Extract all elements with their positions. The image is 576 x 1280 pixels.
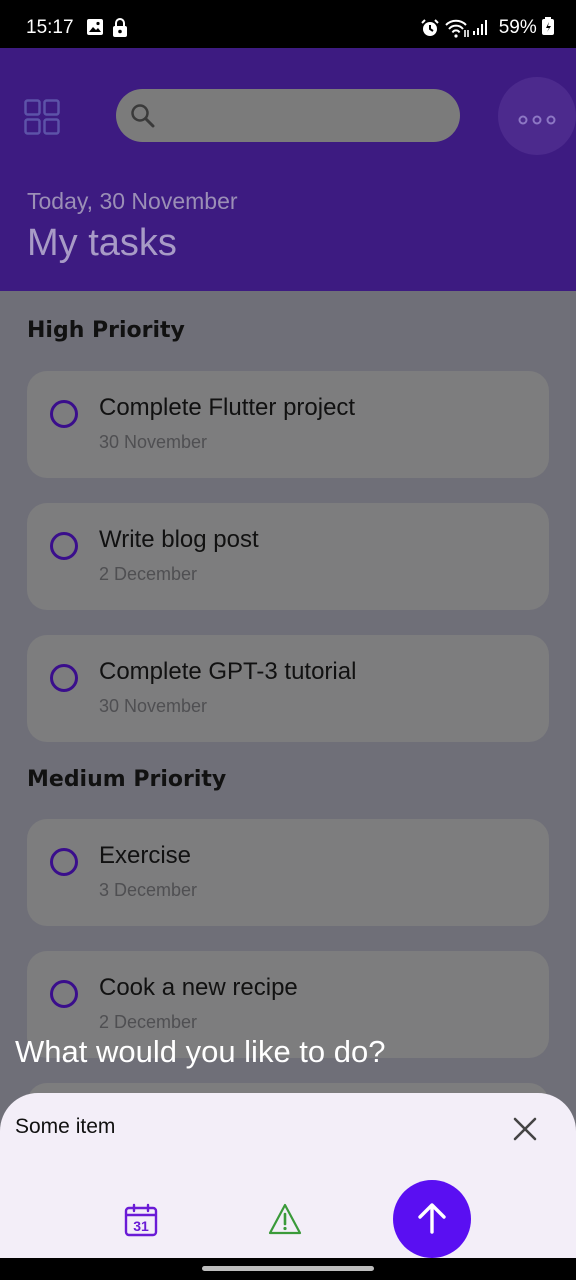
task-checkbox[interactable]: [50, 400, 78, 428]
task-checkbox[interactable]: [50, 664, 78, 692]
more-horiz-icon: [518, 111, 556, 130]
task-name: Cook a new recipe: [99, 974, 298, 1001]
header-date: Today, 30 November: [27, 188, 238, 214]
task-card[interactable]: Exercise 3 December: [27, 819, 549, 926]
add-task-sheet: Some item 31: [0, 1093, 576, 1280]
search-input[interactable]: [116, 89, 460, 142]
calendar-day: 31: [133, 1218, 149, 1234]
task-date: 3 December: [99, 880, 198, 900]
page-title: My tasks: [27, 222, 177, 264]
gallery-icon: [86, 18, 104, 40]
wifi-icon: [444, 18, 470, 42]
sheet-prompt: What would you like to do?: [15, 1034, 386, 1069]
task-name: Exercise: [99, 842, 192, 869]
close-icon[interactable]: [513, 1117, 537, 1141]
arrow-up-icon: [418, 1203, 446, 1234]
task-checkbox[interactable]: [50, 980, 78, 1008]
task-card[interactable]: Complete GPT-3 tutorial 30 November: [27, 635, 549, 742]
battery-icon: [542, 17, 554, 35]
task-name: Complete GPT-3 tutorial: [99, 658, 357, 685]
task-name: Complete Flutter project: [99, 394, 356, 421]
priority-warning-icon[interactable]: [268, 1203, 302, 1239]
task-date: 2 December: [99, 564, 198, 584]
section-title-medium-priority: Medium Priority: [27, 767, 227, 792]
status-time: 15:17: [26, 17, 74, 38]
submit-button[interactable]: [393, 1180, 471, 1258]
battery-percent: 59%: [498, 17, 537, 38]
section-title-high-priority: High Priority: [27, 318, 185, 343]
task-name: Write blog post: [99, 526, 259, 553]
calendar-icon[interactable]: 31: [124, 1203, 158, 1241]
task-checkbox[interactable]: [50, 848, 78, 876]
task-date: 30 November: [99, 696, 208, 716]
status-bar: 15:17 59%: [0, 0, 576, 48]
app-header: Today, 30 November My tasks: [0, 48, 576, 291]
home-gesture-handle[interactable]: [202, 1266, 374, 1271]
signal-icon: [472, 18, 490, 40]
task-card[interactable]: Complete Flutter project 30 November: [27, 371, 549, 478]
task-checkbox[interactable]: [50, 532, 78, 560]
search-icon: [130, 103, 156, 133]
task-input[interactable]: Some item: [15, 1115, 115, 1139]
alarm-icon: [420, 18, 440, 42]
navigation-bar: [0, 1258, 576, 1280]
more-options-button[interactable]: [498, 77, 576, 155]
lock-icon: [112, 18, 128, 42]
task-card[interactable]: Write blog post 2 December: [27, 503, 549, 610]
battery-indicator: 59%: [499, 17, 554, 39]
grid-view-icon[interactable]: [24, 99, 60, 135]
task-date: 30 November: [99, 432, 208, 452]
task-date: 2 December: [99, 1012, 198, 1032]
